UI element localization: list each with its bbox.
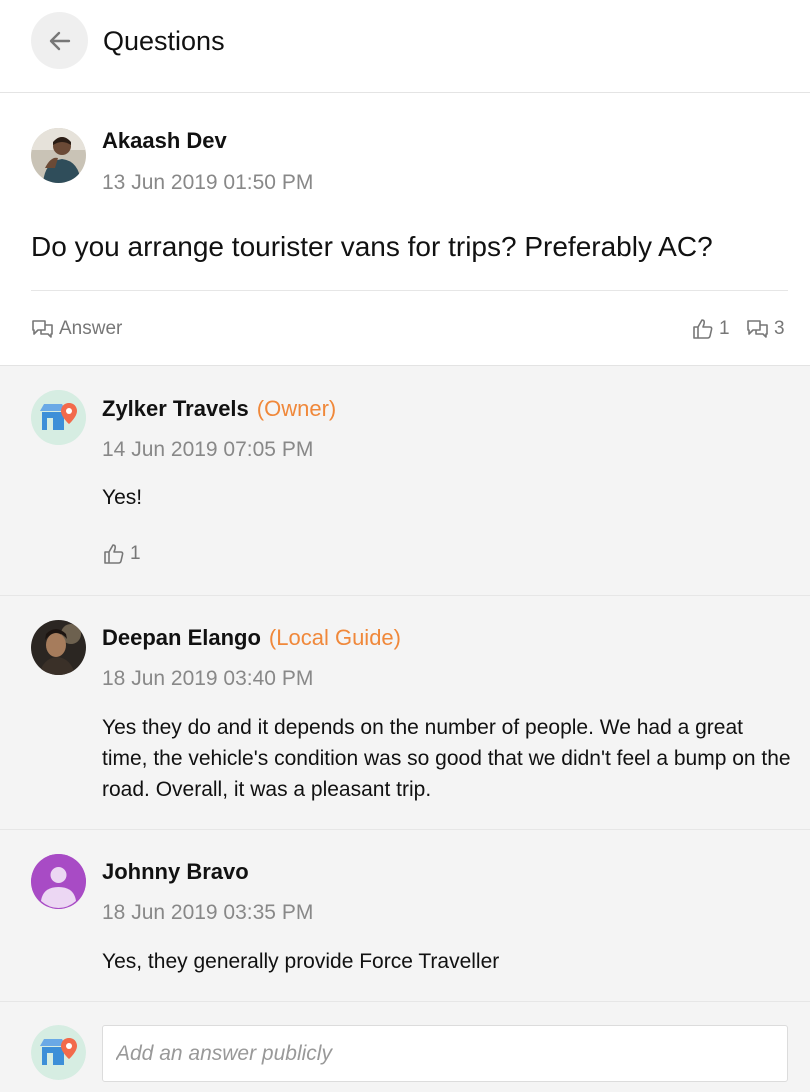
user-icon [31, 854, 86, 909]
page-title: Questions [103, 26, 225, 56]
answer-item: Johnny Bravo 18 Jun 2019 03:35 PM Yes, t… [0, 830, 810, 1002]
role-badge: (Local Guide) [268, 625, 401, 650]
author-name: Johnny Bravo [102, 859, 249, 884]
store-location-icon [31, 390, 86, 445]
like-button[interactable]: 1 [102, 542, 141, 566]
answer-text: Yes, they generally provide Force Travel… [102, 950, 500, 973]
store-location-icon [31, 1025, 86, 1080]
answer-author: Johnny Bravo [102, 858, 249, 886]
author-name: Zylker Travels [102, 396, 249, 421]
question-author: Akaash Dev [102, 128, 227, 153]
answer-item: Deepan Elango (Local Guide) 18 Jun 2019 0… [0, 596, 810, 830]
thumbs-up-icon [693, 319, 713, 339]
divider [31, 290, 788, 291]
like-count: 1 [130, 543, 141, 564]
like-button[interactable]: 1 [691, 317, 730, 341]
answer-composer [0, 1002, 810, 1092]
answer-label: Answer [59, 318, 123, 339]
like-count: 1 [719, 318, 730, 339]
question-timestamp: 13 Jun 2019 01:50 PM [102, 171, 314, 194]
business-logo-avatar [31, 1025, 86, 1080]
business-logo-avatar [31, 390, 86, 445]
thumbs-up-icon [104, 544, 124, 564]
top-bar: Questions [0, 0, 810, 93]
answer-text: Yes! [102, 486, 143, 509]
avatar [31, 128, 86, 183]
answer-timestamp: 14 Jun 2019 07:05 PM [102, 438, 314, 461]
avatar [31, 854, 86, 909]
answer-author: Deepan Elango (Local Guide) [102, 624, 401, 652]
back-button[interactable] [31, 12, 88, 69]
answer-author: Zylker Travels (Owner) [102, 395, 336, 423]
avatar [31, 620, 86, 675]
question-text: Do you arrange tourister vans for trips?… [31, 231, 713, 262]
comments-icon [32, 320, 53, 338]
answer-button[interactable]: Answer [31, 317, 122, 341]
answer-count: 3 [774, 318, 785, 339]
role-badge: (Owner) [256, 396, 337, 421]
answer-text: Yes they do and it depends on the number… [102, 716, 791, 801]
arrow-left-icon [49, 31, 70, 50]
answer-item: Zylker Travels (Owner) 14 Jun 2019 07:05 … [0, 366, 810, 596]
question-card: Akaash Dev 13 Jun 2019 01:50 PM Do you a… [0, 93, 810, 366]
answer-timestamp: 18 Jun 2019 03:35 PM [102, 901, 314, 924]
author-name: Deepan Elango [102, 625, 261, 650]
answers-count-button[interactable]: 3 [746, 317, 785, 341]
answer-input[interactable] [102, 1025, 788, 1082]
answer-timestamp: 18 Jun 2019 03:40 PM [102, 667, 314, 690]
comments-icon [747, 320, 768, 338]
